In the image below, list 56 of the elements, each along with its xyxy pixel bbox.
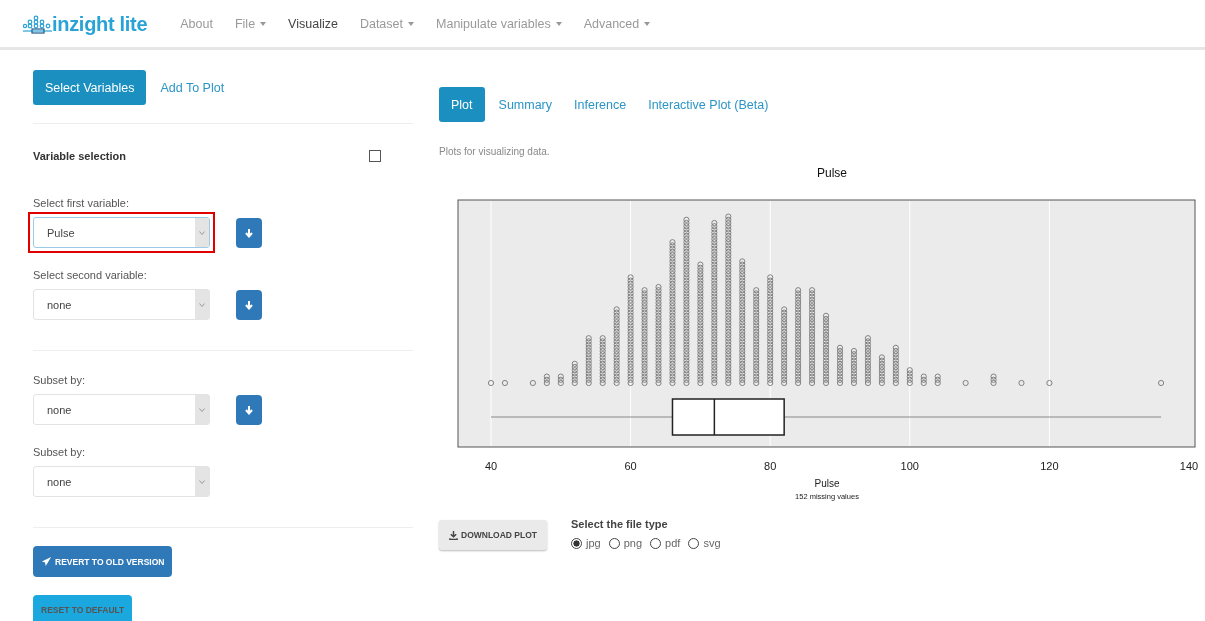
field-label: Select the file type	[571, 518, 669, 530]
caret-icon	[644, 21, 651, 26]
nav-menu-item[interactable]: File	[223, 16, 278, 31]
arrow-down-icon	[244, 299, 254, 310]
variable-dropdown[interactable]: Pulse	[33, 217, 210, 248]
output-tab[interactable]: Summary	[490, 87, 561, 122]
field-label: Subset by:	[33, 446, 86, 458]
axis-title: Pulse	[814, 478, 840, 489]
checkbox[interactable]	[369, 150, 381, 162]
field-label: Select first variable:	[33, 197, 130, 209]
radio-option[interactable]: png	[608, 537, 643, 549]
description-text: Plots for visualizing data.	[439, 146, 551, 159]
axis-tick-label: 80	[764, 460, 777, 472]
nav-menu-item[interactable]: Visualize	[277, 16, 349, 31]
inzight-logo[interactable]: inzight lite	[22, 12, 148, 35]
caret-icon	[260, 21, 267, 26]
output-tab[interactable]: Plot	[439, 87, 485, 122]
arrow-down-icon	[244, 404, 254, 415]
output-tab[interactable]: Interactive Plot (Beta)	[640, 87, 777, 122]
nav-menu-item[interactable]: About	[169, 16, 224, 31]
download-button[interactable]: DOWNLOAD PLOT	[439, 520, 548, 550]
panel-tab[interactable]: Add To Plot	[152, 70, 233, 105]
plot-title: Pulse	[817, 166, 847, 180]
chevron-down-icon	[199, 407, 205, 412]
move-down-button[interactable]	[236, 394, 262, 425]
chevron-down-icon	[199, 479, 205, 484]
radio-option[interactable]: svg	[688, 537, 721, 549]
axis-tick-label: 40	[484, 460, 498, 472]
field-label: Subset by:	[33, 374, 86, 386]
arrow-down-icon	[244, 227, 254, 238]
nav-menu-item[interactable]: Advanced	[572, 16, 662, 31]
variable-dropdown[interactable]: none	[33, 466, 210, 497]
variable-dropdown[interactable]: none	[33, 289, 210, 320]
caret-icon	[555, 21, 562, 26]
variable-dropdown[interactable]: none	[33, 394, 210, 425]
radio-option[interactable]: jpg	[571, 537, 601, 549]
paper-plane-icon	[41, 556, 52, 567]
axis-tick-label: 140	[1179, 460, 1199, 472]
section-title: Variable selection	[33, 150, 126, 162]
radio-option[interactable]: pdf	[650, 537, 681, 549]
caret-icon	[408, 21, 414, 26]
axis-tick-label: 60	[624, 460, 637, 472]
reset-button[interactable]: RESET TO DEFAULT	[33, 595, 133, 621]
chevron-down-icon	[199, 302, 205, 307]
axis-tick-label: 120	[1040, 460, 1059, 472]
field-label: Select second variable:	[33, 269, 148, 281]
nav-menu-item[interactable]: Manipulate variables	[425, 16, 573, 31]
move-down-button[interactable]	[236, 289, 262, 320]
revert-button[interactable]: REVERT TO OLD VERSION	[33, 546, 173, 577]
panel-tab[interactable]: Select Variables	[33, 70, 147, 105]
download-icon	[449, 530, 458, 540]
output-tab[interactable]: Inference	[566, 87, 635, 122]
nav-menu-item[interactable]: Dataset	[348, 16, 425, 31]
chevron-down-icon	[199, 230, 205, 235]
move-down-button[interactable]	[236, 217, 262, 248]
axis-tick-label: 100	[900, 460, 919, 472]
